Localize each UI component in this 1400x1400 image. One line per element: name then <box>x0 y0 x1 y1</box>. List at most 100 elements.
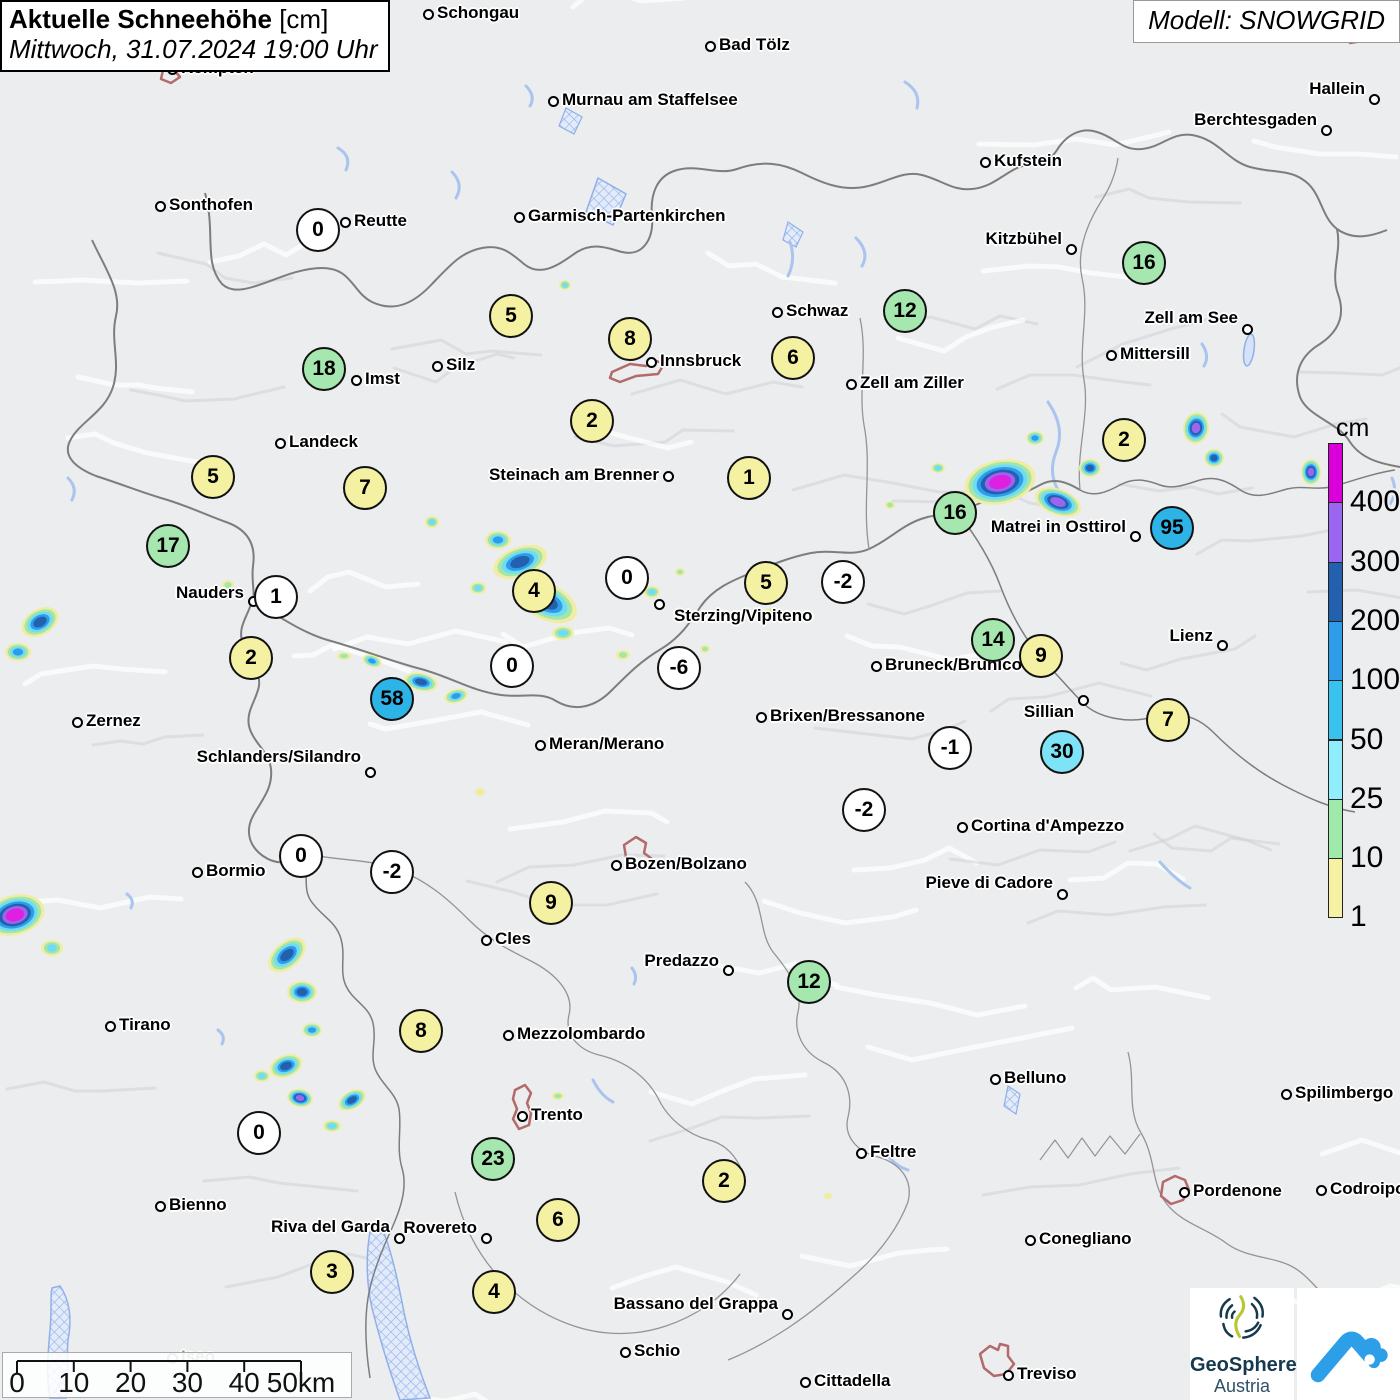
station-snow-depth-value: 5 <box>191 455 235 499</box>
city-marker <box>1002 1369 1014 1381</box>
city-label: Landeck <box>289 432 358 451</box>
city-label: Sterzing/Vipiteno <box>674 606 813 625</box>
snow-patch <box>554 1093 562 1099</box>
station-snow-depth-value: -2 <box>842 788 886 832</box>
city-marker <box>989 1073 1001 1085</box>
snow-patch <box>327 1123 337 1129</box>
snow-patch <box>1086 464 1094 472</box>
legend-tick-label: 50 <box>1350 722 1384 756</box>
city-label: Berchtesgaden <box>1194 110 1317 129</box>
city-marker <box>1024 1234 1036 1246</box>
snow-patch <box>557 629 569 637</box>
city-label: Kitzbühel <box>985 229 1063 248</box>
city-label: Matrei in Osttirol <box>990 517 1126 536</box>
city-marker <box>979 156 991 168</box>
city-marker <box>1129 530 1141 542</box>
city-marker <box>1216 639 1228 651</box>
city-label: Sillian <box>1023 702 1074 721</box>
legend-tick-label: 200 <box>1350 603 1400 637</box>
city-marker <box>1077 694 1089 706</box>
city-marker <box>722 964 734 976</box>
geosphere-logo-name: GeoSphere <box>1190 1354 1297 1376</box>
legend-unit-label: cm <box>1336 414 1370 442</box>
city-marker <box>771 306 783 318</box>
snow-patch <box>562 282 568 288</box>
city-label: Predazzo <box>644 951 719 970</box>
city-marker <box>781 1308 793 1320</box>
city-label: Cortina d'Ampezzo <box>971 816 1125 835</box>
station-snow-depth-value: 2 <box>1102 418 1146 462</box>
snow-patch <box>258 1073 266 1079</box>
station-snow-depth-value: 23 <box>471 1137 515 1181</box>
station-snow-depth-value: 16 <box>933 491 977 535</box>
station-snow-depth-value: 2 <box>570 399 614 443</box>
city-marker <box>274 437 286 449</box>
snow-patch <box>475 788 485 796</box>
city-marker <box>513 211 525 223</box>
city-marker <box>350 374 362 386</box>
city-marker <box>191 866 203 878</box>
scalebar-label: 30 <box>171 1367 203 1398</box>
city-label: Feltre <box>870 1142 917 1161</box>
mountain-cloud-icon <box>1310 1331 1388 1383</box>
station-snow-depth-value: 4 <box>512 569 556 613</box>
map-title-unit: [cm] <box>279 4 329 34</box>
legend-color-segment <box>1328 798 1343 860</box>
city-marker <box>799 1376 811 1388</box>
city-marker <box>364 766 376 778</box>
city-marker <box>610 859 622 871</box>
legend-color-segment <box>1328 680 1343 741</box>
city-label: Cittadella <box>814 1371 891 1390</box>
geosphere-logo-icon <box>1219 1295 1264 1339</box>
geosphere-austria-logo: GeoSphere Austria <box>1190 1288 1297 1400</box>
city-label: Schio <box>634 1341 681 1360</box>
scalebar-label: 0 <box>9 1367 25 1398</box>
city-marker <box>755 711 767 723</box>
legend-color-segment <box>1328 443 1343 504</box>
station-snow-depth-value: -2 <box>821 560 865 604</box>
city-label: Nauders <box>175 583 244 602</box>
station-snow-depth-value: -1 <box>928 726 972 770</box>
snow-patch <box>1210 454 1218 462</box>
snow-patch <box>702 646 708 652</box>
city-marker <box>1056 888 1068 900</box>
scalebar-label: 40 <box>228 1367 260 1398</box>
avalanche-service-logo <box>1297 1288 1400 1400</box>
legend-color-segment <box>1328 502 1343 563</box>
scalebar-label: 20 <box>115 1367 147 1398</box>
station-snow-depth-value: 5 <box>744 561 788 605</box>
station-snow-depth-value: 12 <box>883 289 927 333</box>
station-snow-depth-value: 0 <box>605 556 649 600</box>
city-label: Codroipo <box>1330 1179 1400 1198</box>
snow-patch <box>492 536 504 544</box>
station-snow-depth-value: 18 <box>302 347 346 391</box>
station-snow-depth-value: 0 <box>296 208 340 252</box>
map-datetime: Mittwoch, 31.07.2024 19:00 Uhr <box>9 33 378 64</box>
station-snow-depth-value: 0 <box>490 644 534 688</box>
city-label: Spilimbergo <box>1295 1083 1394 1102</box>
lake-garda <box>366 1227 432 1400</box>
station-snow-depth-value: 0 <box>237 1111 281 1155</box>
legend-tick-label: 10 <box>1350 841 1384 875</box>
city-label: Kufstein <box>994 151 1062 170</box>
snow-patch <box>824 1193 832 1199</box>
snow-patch <box>12 648 24 656</box>
station-snow-depth-value: 7 <box>343 466 387 510</box>
station-snow-depth-value: 58 <box>370 677 414 721</box>
city-marker <box>534 739 546 751</box>
city-marker <box>704 40 716 52</box>
city-label: Lienz <box>1169 626 1213 645</box>
station-snow-depth-value: 9 <box>529 881 573 925</box>
city-marker <box>547 95 559 107</box>
city-marker <box>855 1147 867 1159</box>
city-label: Riva del Garda <box>270 1217 390 1236</box>
scalebar-label: 10 <box>58 1367 90 1398</box>
city-label: Schwaz <box>786 301 849 320</box>
city-marker <box>154 1200 166 1212</box>
model-label: Modell: SNOWGRID <box>1133 0 1400 43</box>
legend-color-segment <box>1328 620 1343 682</box>
city-label: Reutte <box>354 211 407 230</box>
city-marker <box>619 1346 631 1358</box>
snow-patch <box>648 589 656 595</box>
station-snow-depth-value: 0 <box>279 834 323 878</box>
